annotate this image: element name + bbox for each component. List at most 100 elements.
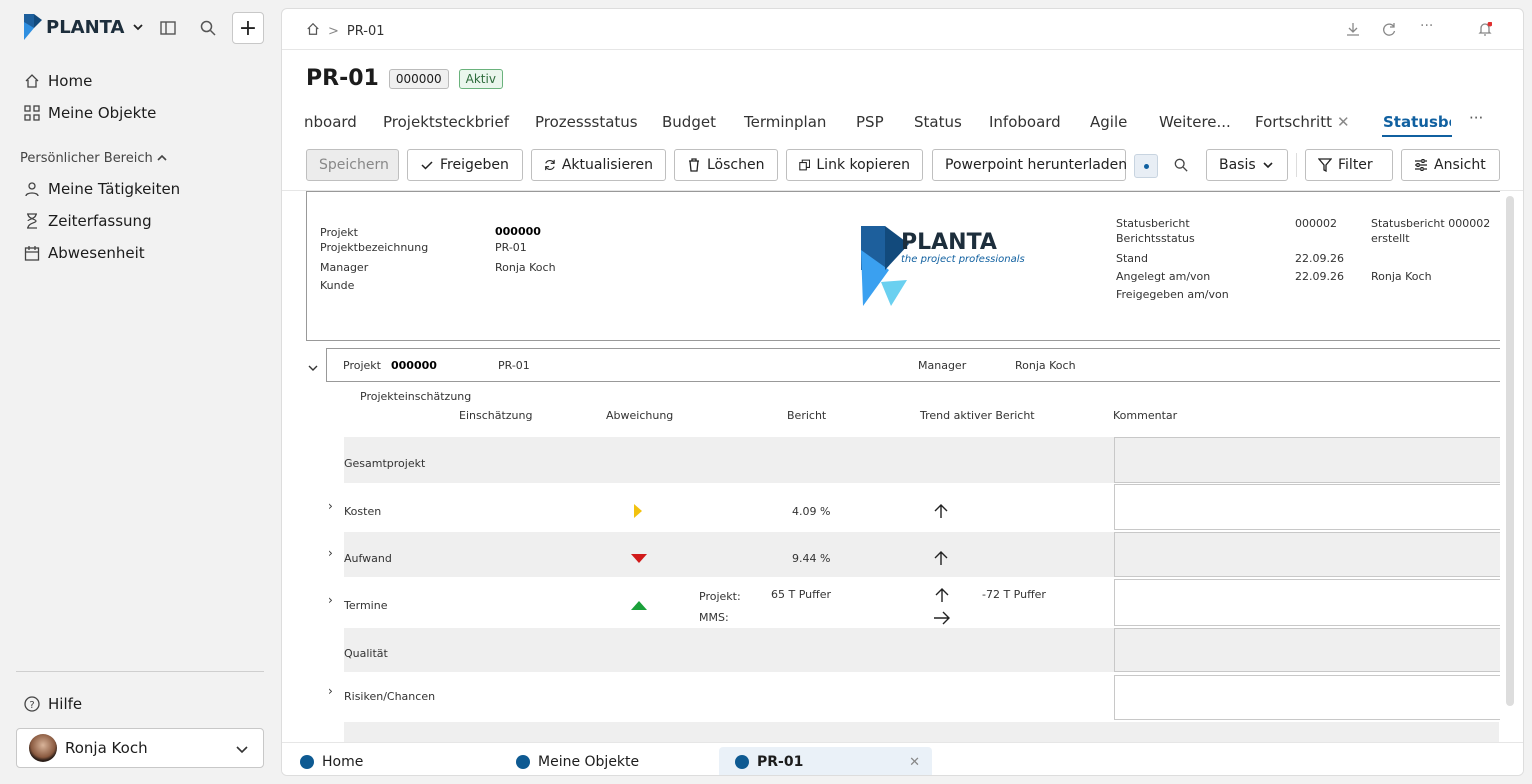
grid-icon	[24, 105, 40, 121]
comment-field[interactable]	[1114, 437, 1500, 483]
nav-item-abwesenheit[interactable]: Abwesenheit	[24, 244, 145, 262]
delete-button[interactable]: Löschen	[674, 149, 778, 181]
breadcrumb-current: PR-01	[346, 23, 385, 39]
tab-terminplan[interactable]: Terminplan	[744, 113, 826, 131]
filter-button[interactable]: Filter	[1305, 149, 1393, 181]
expand-chevron-icon[interactable]: ›	[328, 593, 333, 607]
nav-item-zeiterfassung[interactable]: Zeiterfassung	[24, 212, 152, 230]
help-link[interactable]: ? Hilfe	[24, 695, 82, 713]
value-berichtsstatus: erstellt	[1371, 232, 1410, 245]
nav-label: Abwesenheit	[48, 244, 145, 262]
personal-group-toggle[interactable]: Persönlicher Bereich	[20, 151, 167, 166]
bottom-tab-label: Meine Objekte	[538, 754, 640, 770]
label-stand: Stand	[1116, 252, 1148, 265]
dot-icon	[1143, 163, 1149, 169]
termine-projekt-value: 65 T Puffer	[771, 588, 831, 601]
hourglass-icon	[27, 213, 37, 229]
tab-psp[interactable]: PSP	[856, 113, 884, 131]
refresh-button[interactable]: Aktualisieren	[531, 149, 666, 181]
home-icon	[25, 74, 39, 88]
expand-chevron-icon[interactable]: ›	[328, 684, 333, 698]
row-name-aufwand: Aufwand	[344, 552, 392, 565]
comment-field[interactable]	[1114, 628, 1500, 672]
project-row-label: Projekt	[343, 359, 381, 372]
value-projekt: 000000	[495, 225, 541, 238]
refresh-icon[interactable]	[1382, 22, 1396, 40]
tab-dot-icon	[516, 755, 530, 769]
module-tabs: nboard Projektsteckbrief Prozessstatus B…	[282, 105, 1523, 137]
scrollbar[interactable]	[1506, 196, 1514, 706]
tab-infoboard[interactable]: Infoboard	[989, 113, 1061, 131]
tab-status[interactable]: Status	[914, 113, 962, 131]
col-kommentar: Kommentar	[1113, 409, 1178, 422]
expand-chevron-icon[interactable]: ›	[328, 499, 333, 513]
nav-item-home[interactable]: Home	[24, 72, 92, 90]
value-angelegt: 22.09.26	[1295, 270, 1344, 283]
nav-item-meine-objekte[interactable]: Meine Objekte	[24, 104, 156, 122]
powerpoint-button[interactable]: Powerpoint herunterladen	[932, 149, 1127, 181]
search-icon[interactable]	[1174, 157, 1188, 176]
arrow-up-icon	[935, 588, 949, 602]
download-icon[interactable]	[1346, 22, 1360, 40]
copy-link-button[interactable]: Link kopieren	[786, 149, 923, 181]
expand-chevron-icon[interactable]: ›	[328, 546, 333, 560]
collapse-chevron-icon[interactable]	[308, 357, 318, 376]
sidebar: PLANTA + Home Meine Objekte Persönlicher…	[0, 0, 280, 784]
brand-logo[interactable]: PLANTA	[24, 14, 144, 40]
comment-field[interactable]	[1114, 532, 1500, 577]
tabs-more-icon[interactable]: ···	[1469, 109, 1483, 127]
chevron-right-icon: >	[328, 23, 339, 39]
home-icon[interactable]	[306, 22, 320, 40]
tab-projektsteckbrief[interactable]: Projektsteckbrief	[383, 113, 509, 131]
comment-field[interactable]	[1114, 579, 1500, 626]
person-icon	[25, 182, 39, 197]
green-indicator-icon	[631, 601, 647, 610]
bottom-tab-pr01[interactable]: PR-01 ✕	[719, 747, 932, 775]
value-statusbericht: 000002	[1295, 217, 1337, 230]
user-menu[interactable]: Ronja Koch	[16, 728, 264, 768]
breadcrumb: > PR-01	[306, 22, 384, 40]
table-row	[344, 722, 1499, 742]
chevron-up-icon	[157, 151, 167, 166]
save-button[interactable]: Speichern	[306, 149, 399, 181]
nav-item-taetigkeiten[interactable]: Meine Tätigkeiten	[24, 180, 180, 198]
nav-label: Home	[48, 72, 93, 90]
bottom-tab-home[interactable]: Home	[284, 747, 379, 775]
bottom-tab-meine-objekte[interactable]: Meine Objekte	[500, 747, 655, 775]
close-icon[interactable]: ✕	[1337, 113, 1350, 131]
view-button[interactable]: Ansicht	[1401, 149, 1500, 181]
bell-icon[interactable]	[1478, 21, 1493, 40]
close-icon[interactable]: ✕	[909, 755, 920, 770]
project-row-manager: Ronja Koch	[1015, 359, 1076, 372]
label-manager: Manager	[320, 261, 369, 274]
chevron-down-icon[interactable]	[132, 17, 144, 38]
release-button[interactable]: Freigeben	[407, 149, 523, 181]
group-label: Persönlicher Bereich	[20, 151, 153, 166]
termine-projekt-label: Projekt:	[699, 590, 741, 603]
tab-agile[interactable]: Agile	[1090, 113, 1127, 131]
tab-fortschritt[interactable]: Fortschritt	[1255, 113, 1332, 131]
tab-budget[interactable]: Budget	[662, 113, 716, 131]
chevron-down-icon	[1263, 162, 1273, 169]
tab-nboard[interactable]: nboard	[304, 113, 357, 131]
more-icon[interactable]: ···	[1420, 18, 1433, 34]
row-bericht-kosten: 4.09 %	[792, 505, 831, 518]
sidebar-toggle-icon[interactable]	[153, 13, 183, 43]
logo-text: PLANTA	[901, 230, 997, 255]
basis-select[interactable]: Basis	[1206, 149, 1288, 181]
tab-prozessstatus[interactable]: Prozessstatus	[535, 113, 638, 131]
comment-field[interactable]	[1114, 675, 1500, 720]
tab-weitere[interactable]: Weitere...	[1159, 113, 1231, 131]
project-row-id: 000000	[391, 359, 437, 372]
tab-statusbericht[interactable]: Statusberi	[1383, 113, 1451, 131]
copy-link-label: Link kopieren	[816, 157, 910, 173]
search-icon[interactable]	[193, 13, 223, 43]
add-button[interactable]: +	[232, 12, 264, 44]
indicator-toggle[interactable]	[1134, 154, 1158, 178]
assessment-title: Projekteinschätzung	[360, 390, 472, 403]
project-row: Projekt 000000 PR-01 Manager Ronja Koch	[326, 348, 1500, 382]
planta-logo-icon	[24, 14, 42, 40]
red-indicator-icon	[631, 554, 647, 563]
comment-field[interactable]	[1114, 484, 1500, 530]
col-bericht: Bericht	[787, 409, 827, 422]
